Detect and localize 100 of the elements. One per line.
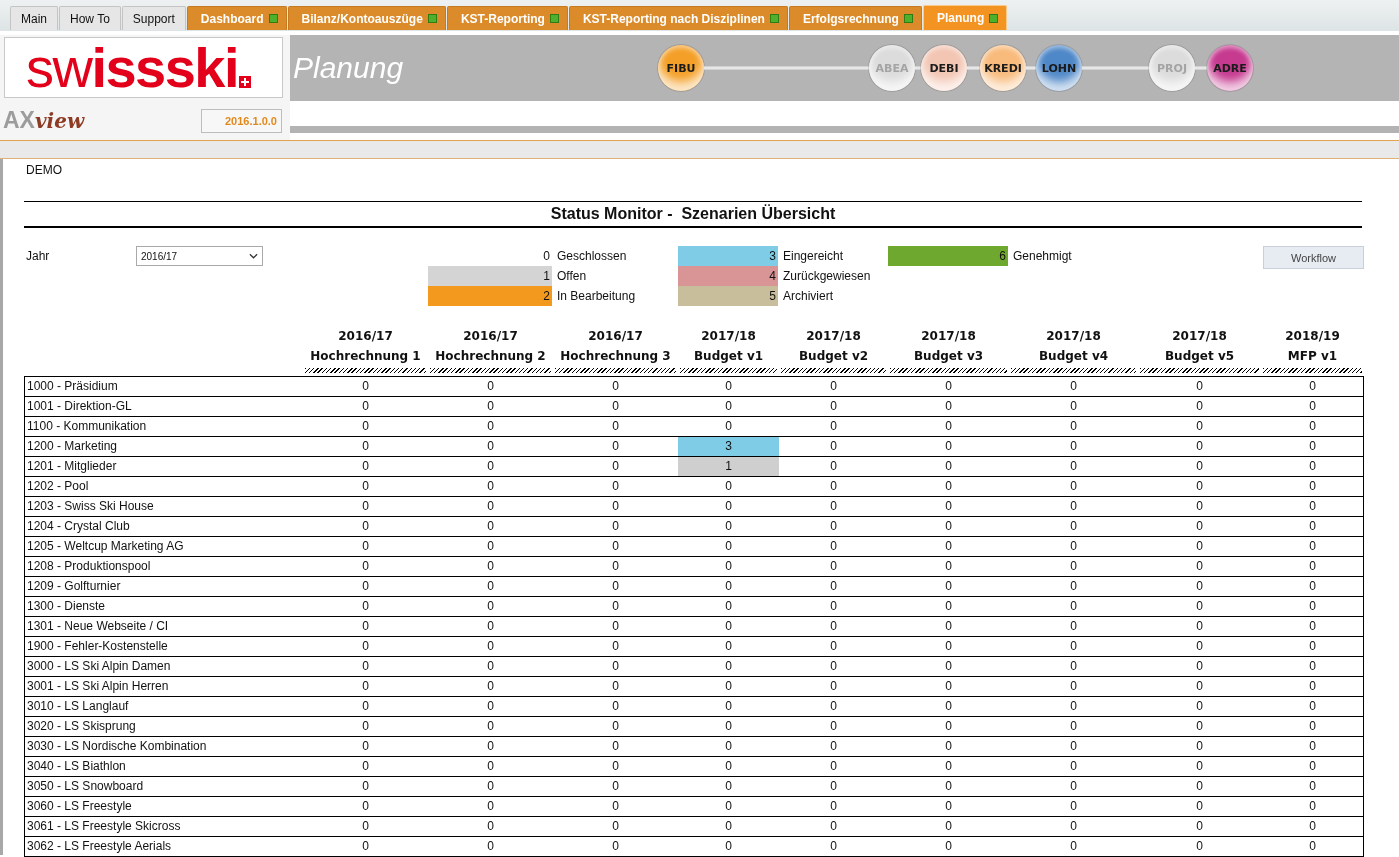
table-cell-text: 0 — [944, 798, 953, 815]
row-label: 1100 - Kommunikation — [26, 418, 148, 435]
table-cell-text: 0 — [361, 498, 370, 515]
table-cell-text: 0 — [361, 578, 370, 595]
table-cell-text: 0 — [361, 458, 370, 475]
table-cell-text: 0 — [829, 718, 838, 735]
row-label: 1208 - Produktionspool — [26, 558, 152, 575]
table-cell-text: 0 — [1308, 698, 1317, 715]
table-cell-text: 0 — [611, 598, 620, 615]
status-code: 1 — [543, 269, 550, 283]
table-cell-text: 0 — [486, 558, 495, 575]
table-cell-text: 0 — [944, 398, 953, 415]
table-cell-text: 0 — [1069, 798, 1078, 815]
table-cell-text: 0 — [1308, 718, 1317, 735]
module-button[interactable]: DEBI — [921, 45, 967, 91]
table-cell-text: 0 — [1195, 678, 1204, 695]
product-logo: AXview — [3, 108, 85, 133]
row-label: 1001 - Direktion-GL — [26, 398, 133, 415]
row-label: 3061 - LS Freestyle Skicross — [26, 818, 182, 835]
table-cell-text: 0 — [1308, 658, 1317, 675]
row-label: 1301 - Neue Webseite / CI — [26, 618, 170, 635]
table-cell-text: 0 — [361, 758, 370, 775]
table-cell-text: 0 — [1308, 638, 1317, 655]
table-cell-text: 0 — [1069, 698, 1078, 715]
table-cell-text: 0 — [611, 798, 620, 815]
row-label: 1203 - Swiss Ski House — [26, 498, 155, 515]
table-cell-text: 0 — [1069, 618, 1078, 635]
row-label: 1000 - Präsidium — [26, 378, 119, 395]
table-cell-text: 0 — [1195, 538, 1204, 555]
tab[interactable]: Support — [121, 6, 186, 30]
tab[interactable]: Main — [10, 6, 58, 30]
module-button[interactable]: LOHN — [1036, 45, 1082, 91]
table-cell-text: 0 — [361, 818, 370, 835]
table-cell-text: 0 — [361, 598, 370, 615]
table-cell-text: 0 — [1069, 518, 1078, 535]
table-cell-text: 0 — [486, 378, 495, 395]
table-cell: 1 — [678, 457, 779, 476]
table-cell-text: 0 — [1195, 438, 1204, 455]
table-cell-text: 0 — [1308, 818, 1317, 835]
tab[interactable]: KST-Reporting nach Disziplinen — [568, 6, 788, 30]
module-button[interactable]: KREDI — [980, 45, 1026, 91]
status-code: 5 — [769, 289, 776, 303]
tab[interactable]: Dashboard — [186, 6, 287, 30]
workflow-button[interactable]: Workflow — [1263, 246, 1364, 269]
table-cell-text: 0 — [1195, 798, 1204, 815]
table-cell-text: 0 — [944, 838, 953, 855]
table-cell-text: 0 — [1195, 658, 1204, 675]
table-cell-text: 0 — [361, 838, 370, 855]
status-square-icon — [268, 14, 278, 23]
table-cell-text: 0 — [1069, 538, 1078, 555]
table-cell-text: 0 — [1308, 678, 1317, 695]
table-cell-text: 0 — [361, 638, 370, 655]
tab[interactable]: KST-Reporting — [446, 6, 568, 30]
table-cell-text: 0 — [829, 578, 838, 595]
table-cell-text: 0 — [1195, 718, 1204, 735]
table-cell-text: 0 — [361, 438, 370, 455]
table-cell-text: 0 — [829, 638, 838, 655]
table-cell-text: 0 — [611, 638, 620, 655]
table-cell-text: 0 — [944, 698, 953, 715]
row-label: 3020 - LS Skisprung — [26, 718, 137, 735]
table-cell-text: 0 — [829, 498, 838, 515]
status-label: Genehmigt — [1013, 249, 1072, 263]
table-cell-text: 0 — [1308, 498, 1317, 515]
row-label: 1209 - Golfturnier — [26, 578, 122, 595]
table-cell-text: 0 — [1308, 738, 1317, 755]
module-button[interactable]: FIBU — [658, 45, 704, 91]
table-cell-text: 0 — [724, 598, 733, 615]
tab[interactable]: Erfolgsrechnung — [788, 6, 922, 30]
row-label: 3062 - LS Freestyle Aerials — [26, 838, 173, 855]
tab[interactable]: How To — [59, 6, 121, 30]
status-code: 2 — [543, 289, 550, 303]
row-label: 3001 - LS Ski Alpin Herren — [26, 678, 170, 695]
table-cell-text: 0 — [486, 458, 495, 475]
table-cell-text: 0 — [611, 478, 620, 495]
table-cell-text: 0 — [1308, 558, 1317, 575]
module-button[interactable]: ADRE — [1207, 45, 1253, 91]
table-cell-text: 0 — [1308, 838, 1317, 855]
table-cell-text: 0 — [1308, 758, 1317, 775]
table-cell-text: 0 — [724, 818, 733, 835]
table-cell-text: 0 — [486, 738, 495, 755]
status-label: Zurückgewiesen — [783, 269, 871, 283]
table-cell-text: 0 — [944, 438, 953, 455]
table-cell-text: 0 — [829, 398, 838, 415]
table-cell-text: 0 — [724, 778, 733, 795]
table-cell-text: 0 — [1069, 558, 1078, 575]
table-cell-text: 0 — [829, 418, 838, 435]
table-cell-text: 0 — [1195, 758, 1204, 775]
status-label: Offen — [557, 269, 587, 283]
status-square-icon — [903, 14, 913, 23]
table-cell-text: 0 — [1069, 598, 1078, 615]
table-cell-text: 0 — [1308, 598, 1317, 615]
table-cell-text: 0 — [486, 758, 495, 775]
chevron-down-icon — [249, 253, 258, 259]
row-label: 1204 - Crystal Club — [26, 518, 131, 535]
tab[interactable]: Bilanz/Kontoauszüge — [287, 6, 446, 30]
table-cell-text: 0 — [611, 558, 620, 575]
table-cell-text: 0 — [611, 438, 620, 455]
table-cell-text: 0 — [829, 478, 838, 495]
table-cell-text: 0 — [944, 578, 953, 595]
year-select[interactable]: 2016/17 — [136, 246, 263, 266]
